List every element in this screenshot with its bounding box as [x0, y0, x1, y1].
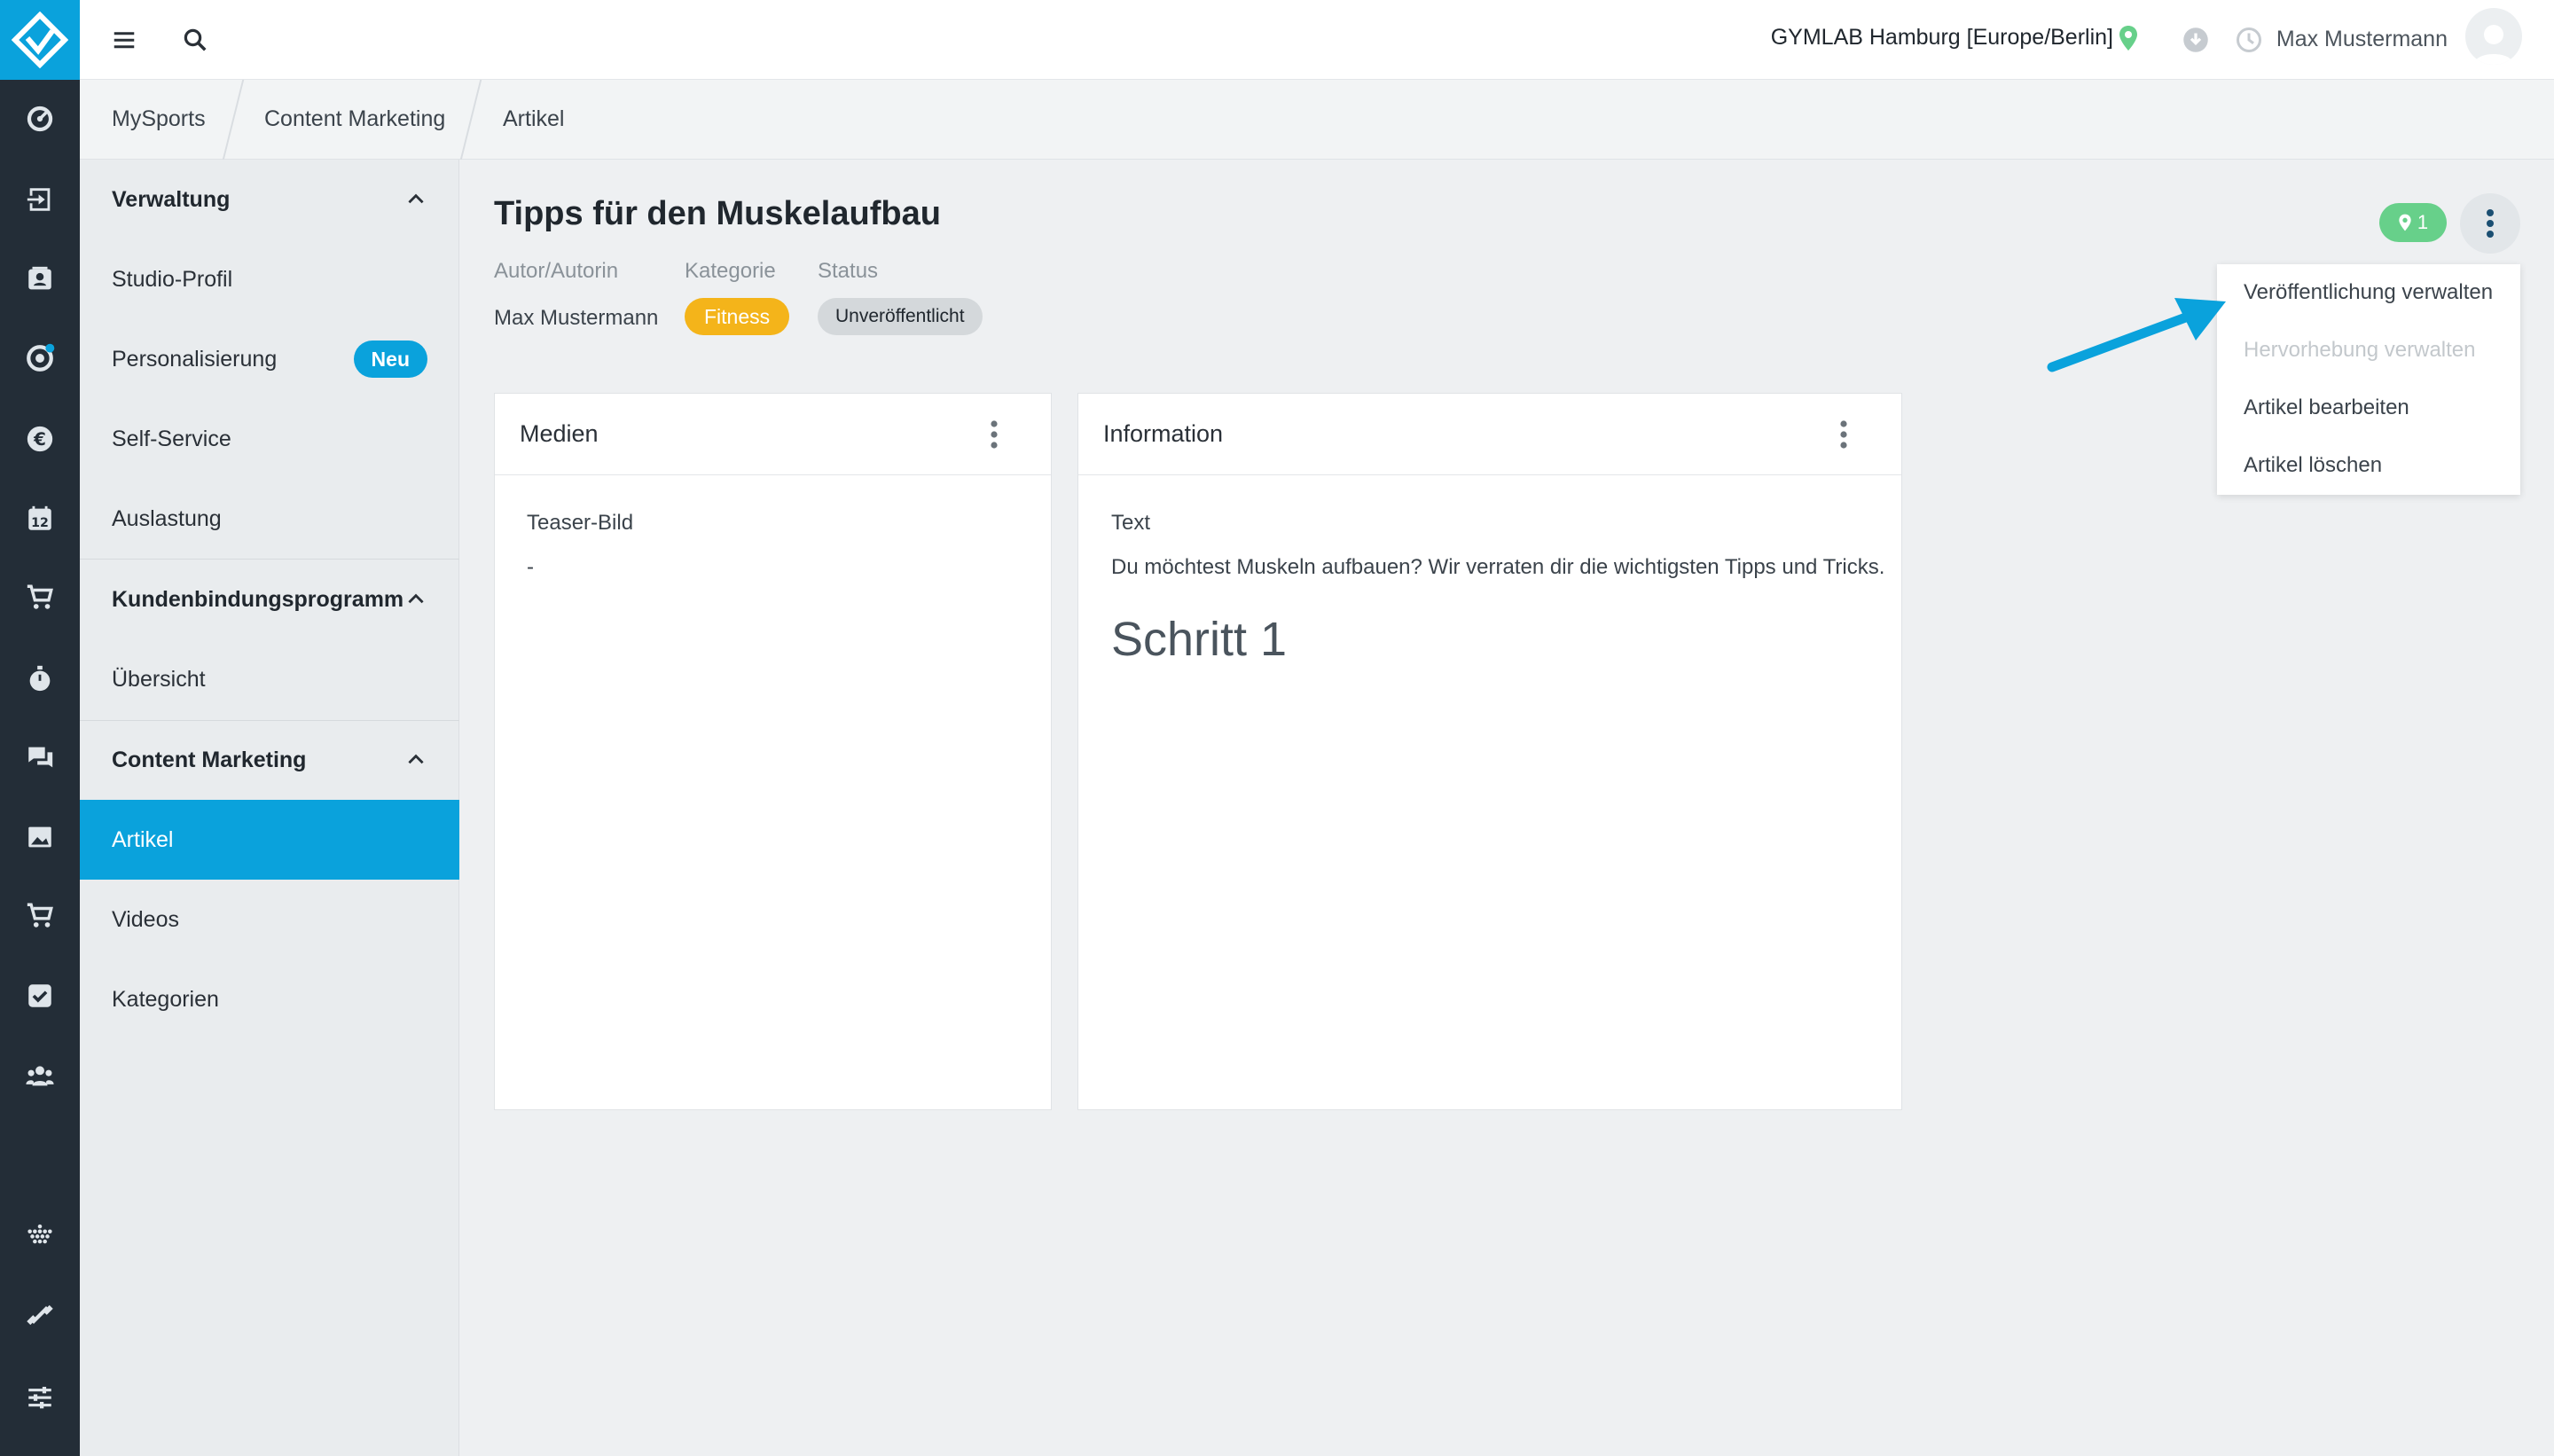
sidebar-item-self-service[interactable]: Self-Service: [80, 399, 459, 479]
kebab-menu-icon: [2487, 209, 2494, 238]
chevron-up-icon: [408, 593, 424, 604]
sidebar-item-label: Kategorien: [112, 986, 219, 1012]
page-title: Tipps für den Muskelaufbau: [494, 195, 941, 232]
avatar[interactable]: [2465, 8, 2522, 65]
sidebar-item-uebersicht[interactable]: Übersicht: [80, 639, 459, 719]
card-more-button[interactable]: [1835, 419, 1853, 450]
sidebar-item-label: Personalisierung: [112, 346, 278, 372]
breadcrumb-artikel: Artikel: [503, 106, 565, 131]
hamburger-menu-icon[interactable]: [106, 22, 142, 58]
svg-text:€: €: [33, 429, 46, 450]
sidebar-item-label: Auslastung: [112, 505, 222, 531]
download-icon[interactable]: [2178, 22, 2213, 58]
location-pin-icon: [2119, 26, 2137, 51]
cart-icon[interactable]: [0, 571, 80, 624]
breadcrumb-content-marketing[interactable]: Content Marketing: [264, 106, 445, 132]
logo-icon: [12, 12, 68, 68]
breadcrumb-separator: [459, 80, 482, 160]
search-icon[interactable]: [177, 22, 213, 58]
sidebar-item-videos[interactable]: Videos: [80, 880, 459, 959]
menu-item-delete-article[interactable]: Artikel löschen: [2244, 453, 2382, 478]
sidebar-item-label: Videos: [112, 906, 179, 932]
status-label: Status: [818, 259, 879, 283]
sidebar-group-label: Content Marketing: [112, 747, 307, 772]
card-more-button[interactable]: [985, 419, 1003, 450]
card-header: Information: [1078, 394, 1901, 475]
breadcrumb-mysports[interactable]: MySports: [112, 106, 206, 132]
contacts-icon[interactable]: [0, 253, 80, 306]
annotation-arrow-icon: [2047, 298, 2226, 372]
clock-icon[interactable]: [2231, 22, 2267, 58]
task-check-icon[interactable]: [0, 969, 80, 1022]
sidebar-item-auslastung[interactable]: Auslastung: [80, 479, 459, 559]
article-text: Du möchtest Muskeln aufbauen? Wir verrat…: [1111, 555, 1885, 579]
text-label: Text: [1111, 511, 1151, 535]
user-avatar-icon: [2474, 25, 2513, 65]
image-icon[interactable]: [0, 810, 80, 864]
dumbbell-icon[interactable]: [0, 1288, 80, 1342]
sidebar-item-label: Artikel: [112, 826, 174, 852]
sidebar-group-verwaltung[interactable]: Verwaltung: [80, 160, 459, 239]
menu-item-manage-highlight: Hervorhebung verwalten: [2244, 338, 2476, 362]
user-name[interactable]: Max Mustermann: [2276, 27, 2448, 52]
stopwatch-icon[interactable]: [0, 652, 80, 705]
chevron-up-icon: [408, 754, 424, 764]
teaser-image-label: Teaser-Bild: [527, 511, 634, 535]
media-card: Medien Teaser-Bild -: [494, 393, 1052, 1110]
kebab-menu-icon: [991, 420, 998, 449]
status-badge: Unveröffentlicht: [818, 298, 983, 335]
article-heading: Schritt 1: [1111, 613, 1288, 666]
sidebar-item-artikel[interactable]: Artikel: [80, 800, 459, 880]
category-badge: Fitness: [685, 298, 790, 335]
sidebar-item-label: Übersicht: [112, 666, 206, 692]
sidebar-group-content-marketing[interactable]: Content Marketing: [80, 720, 459, 800]
euro-icon[interactable]: €: [0, 412, 80, 466]
sidebar-group-label: Verwaltung: [112, 186, 231, 212]
location-count: 1: [2417, 211, 2429, 233]
sidebar-item-kategorien[interactable]: Kategorien: [80, 959, 459, 1039]
sidebar-group-label: Kundenbindungsprogramm: [112, 586, 404, 612]
breadcrumb: MySports Content Marketing Artikel: [80, 80, 2554, 160]
sidebar-group-kundenbindungsprogramm[interactable]: Kundenbindungsprogramm: [80, 560, 459, 639]
cart-2-icon[interactable]: [0, 889, 80, 943]
breadcrumb-separator: [222, 80, 245, 160]
chat-icon[interactable]: [0, 731, 80, 784]
location-count-badge[interactable]: 1: [2379, 203, 2447, 242]
more-actions-button[interactable]: [2460, 193, 2520, 254]
sidebar-item-label: Studio-Profil: [112, 266, 233, 292]
sidebar-item-label: Self-Service: [112, 426, 231, 451]
kebab-menu-icon: [1840, 420, 1847, 449]
dots-grid-icon[interactable]: [0, 1209, 80, 1262]
chevron-up-icon: [408, 193, 424, 204]
category-label: Kategorie: [685, 259, 776, 283]
dashboard-icon[interactable]: [0, 92, 80, 145]
actions-dropdown-menu: Veröffentlichung verwalten Hervorhebung …: [2217, 264, 2520, 495]
sidebar-item-studio-profil[interactable]: Studio-Profil: [80, 239, 459, 319]
settings-cog-icon[interactable]: [0, 332, 80, 385]
sidebar-item-personalisierung[interactable]: Personalisierung Neu: [80, 319, 459, 399]
information-card: Information Text Du möchtest Muskeln auf…: [1077, 393, 1902, 1110]
location-pin-icon: [2399, 214, 2411, 231]
calendar-icon[interactable]: 12: [0, 492, 80, 545]
card-title: Medien: [520, 420, 599, 447]
secondary-sidebar: Verwaltung Studio-Profil Personalisierun…: [80, 160, 459, 1456]
main-navigation-rail: € 12: [0, 0, 80, 1456]
menu-item-manage-publication[interactable]: Veröffentlichung verwalten: [2244, 280, 2493, 305]
author-label: Autor/Autorin: [494, 259, 619, 283]
card-header: Medien: [495, 394, 1051, 475]
sliders-icon[interactable]: [0, 1371, 80, 1424]
teaser-image-value: -: [527, 555, 534, 579]
checkin-icon[interactable]: [0, 173, 80, 226]
menu-item-edit-article[interactable]: Artikel bearbeiten: [2244, 395, 2409, 420]
author-value: Max Mustermann: [494, 306, 659, 330]
svg-text:12: 12: [31, 516, 49, 530]
team-icon[interactable]: [0, 1049, 80, 1102]
app-logo[interactable]: [0, 0, 80, 80]
studio-selector[interactable]: GYMLAB Hamburg [Europe/Berlin]: [1771, 25, 2113, 51]
card-title: Information: [1103, 420, 1224, 447]
top-bar: GYMLAB Hamburg [Europe/Berlin] Max Muste…: [80, 0, 2554, 80]
new-badge: Neu: [353, 341, 427, 378]
